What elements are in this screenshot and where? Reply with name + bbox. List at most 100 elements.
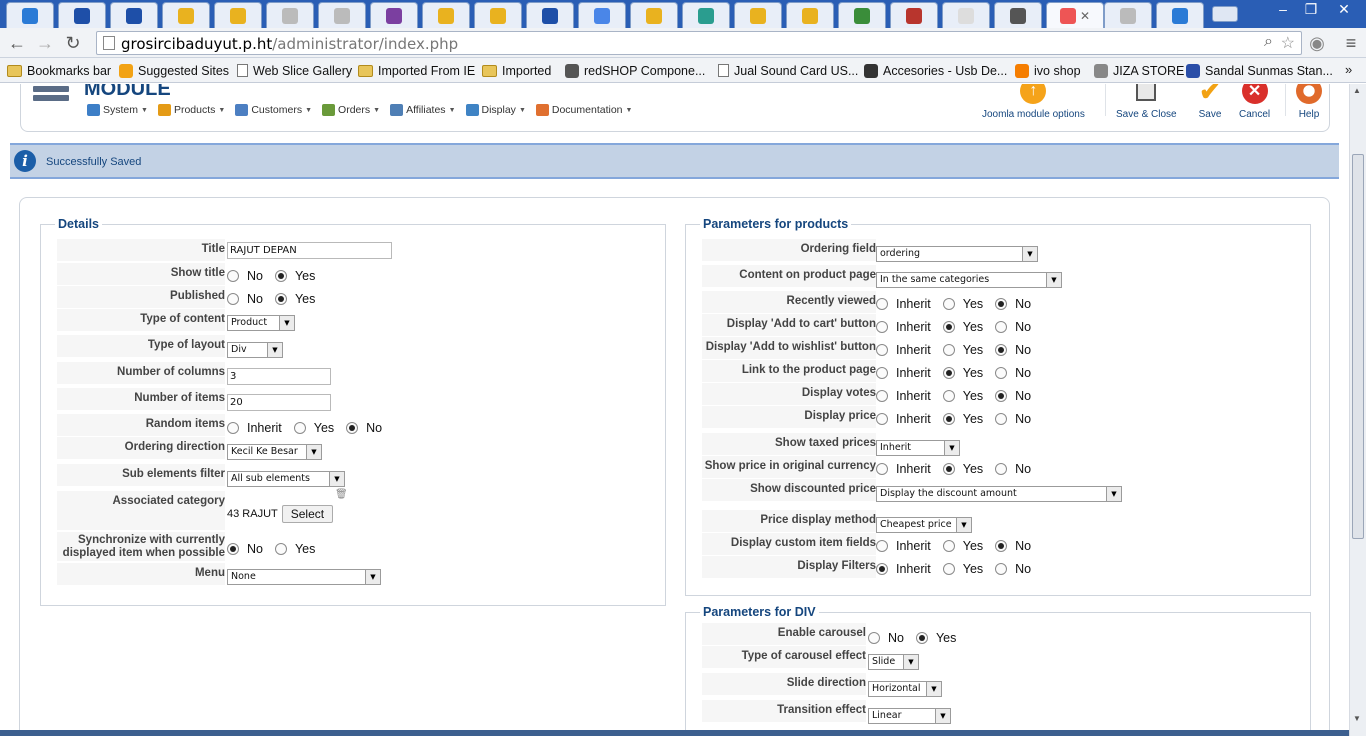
transition-select[interactable]: Linear ▼ bbox=[868, 708, 951, 724]
close-window-icon[interactable]: ✕ bbox=[1326, 0, 1362, 20]
link-no-radio[interactable] bbox=[995, 367, 1008, 379]
orig-yes-radio[interactable] bbox=[942, 463, 955, 475]
scroll-up-icon[interactable]: ▲ bbox=[1353, 86, 1361, 95]
bookmark-item[interactable]: Bookmarks bar bbox=[7, 62, 111, 79]
menu-documentation[interactable]: Documentation ▼ bbox=[535, 104, 632, 116]
add-cart-inherit-radio[interactable] bbox=[876, 321, 888, 333]
vertical-scrollbar[interactable]: ▲ ▼ bbox=[1349, 84, 1366, 736]
browser-tab[interactable] bbox=[682, 2, 730, 28]
carousel-yes-radio[interactable] bbox=[915, 632, 928, 644]
save-button[interactable]: ✔ Save bbox=[1197, 84, 1223, 120]
browser-tab[interactable] bbox=[474, 2, 522, 28]
extension-icon[interactable]: ◉ bbox=[1306, 32, 1328, 54]
discount-select[interactable]: Display the discount amount ▼ bbox=[876, 486, 1122, 502]
select-category-button[interactable]: Select bbox=[281, 505, 334, 523]
browser-tab[interactable] bbox=[58, 2, 106, 28]
taxed-select[interactable]: Inherit ▼ bbox=[876, 440, 960, 456]
method-select[interactable]: Cheapest price ▼ bbox=[876, 517, 972, 533]
bookmark-item[interactable]: Sandal Sunmas Stan... bbox=[1186, 62, 1333, 79]
cancel-button[interactable]: ✕ Cancel bbox=[1239, 84, 1270, 120]
menu-orders[interactable]: Orders ▼ bbox=[322, 104, 380, 116]
browser-tab[interactable] bbox=[370, 2, 418, 28]
published-no-radio[interactable] bbox=[227, 293, 239, 305]
recent-yes-radio[interactable] bbox=[942, 298, 955, 310]
price-yes-radio[interactable] bbox=[942, 413, 955, 425]
show-title-no-radio[interactable] bbox=[227, 270, 239, 282]
link-inherit-radio[interactable] bbox=[876, 367, 888, 379]
browser-tab[interactable] bbox=[578, 2, 626, 28]
recent-no-radio[interactable] bbox=[995, 298, 1008, 310]
type-content-select[interactable]: Product ▼ bbox=[227, 315, 295, 331]
votes-yes-radio[interactable] bbox=[942, 390, 955, 402]
show-title-yes-radio[interactable] bbox=[274, 270, 287, 282]
random-yes-radio[interactable] bbox=[293, 422, 306, 434]
search-icon[interactable]: ⌕ bbox=[1264, 33, 1273, 51]
title-input[interactable]: RAJUT DEPAN bbox=[227, 242, 392, 259]
bookmark-item[interactable]: redSHOP Compone... bbox=[565, 62, 705, 79]
bookmark-item[interactable]: Jual Sound Card US... bbox=[718, 62, 858, 79]
help-button[interactable]: Help bbox=[1296, 84, 1322, 120]
browser-tab[interactable] bbox=[994, 2, 1042, 28]
star-icon[interactable]: ☆ bbox=[1281, 33, 1295, 53]
random-inherit-radio[interactable] bbox=[227, 422, 239, 434]
menu-display[interactable]: Display ▼ bbox=[465, 104, 526, 116]
custom-yes-radio[interactable] bbox=[942, 540, 955, 552]
browser-tab[interactable] bbox=[266, 2, 314, 28]
browser-tab[interactable] bbox=[838, 2, 886, 28]
items-input[interactable]: 20 bbox=[227, 394, 331, 411]
browser-tab[interactable] bbox=[6, 2, 54, 28]
effect-select[interactable]: Slide ▼ bbox=[868, 654, 919, 670]
sync-yes-radio[interactable] bbox=[274, 543, 287, 555]
browser-tab[interactable] bbox=[162, 2, 210, 28]
bookmark-item[interactable]: Imported bbox=[482, 62, 551, 79]
browser-tab[interactable] bbox=[1156, 2, 1204, 28]
minimize-icon[interactable]: – bbox=[1268, 0, 1298, 20]
add-wish-no-radio[interactable] bbox=[995, 344, 1008, 356]
browser-tab[interactable] bbox=[422, 2, 470, 28]
filters-inherit-radio[interactable] bbox=[876, 563, 888, 575]
add-wish-yes-radio[interactable] bbox=[942, 344, 955, 356]
bookmark-item[interactable]: Web Slice Gallery bbox=[237, 62, 352, 79]
scroll-down-icon[interactable]: ▼ bbox=[1353, 714, 1361, 723]
carousel-no-radio[interactable] bbox=[868, 632, 880, 644]
bookmark-item[interactable]: JIZA STORE bbox=[1094, 62, 1184, 79]
direction-select[interactable]: Horizontal ▼ bbox=[868, 681, 942, 697]
more-bookmarks-icon[interactable]: » bbox=[1345, 62, 1352, 77]
add-wish-inherit-radio[interactable] bbox=[876, 344, 888, 356]
browser-tab[interactable] bbox=[1104, 2, 1152, 28]
joomla-options-button[interactable]: ↑ Joomla module options bbox=[982, 84, 1085, 120]
bookmark-item[interactable]: Imported From IE bbox=[358, 62, 475, 79]
tab-close-icon[interactable]: ✕ bbox=[1080, 10, 1090, 22]
bookmark-item[interactable]: ivo shop bbox=[1015, 62, 1081, 79]
save-close-button[interactable]: Save & Close bbox=[1116, 84, 1177, 120]
menu-affiliates[interactable]: Affiliates ▼ bbox=[390, 104, 456, 116]
browser-tab[interactable]: ✕ bbox=[1046, 2, 1104, 28]
browser-tab[interactable] bbox=[630, 2, 678, 28]
sub-filter-select[interactable]: All sub elements ▼ bbox=[227, 471, 345, 487]
browser-tab[interactable] bbox=[318, 2, 366, 28]
bookmark-item[interactable]: Accesories - Usb De... bbox=[864, 62, 1007, 79]
menu-icon[interactable]: ≡ bbox=[1340, 32, 1362, 54]
filters-yes-radio[interactable] bbox=[942, 563, 955, 575]
link-yes-radio[interactable] bbox=[942, 367, 955, 379]
ordering-select[interactable]: ordering ▼ bbox=[876, 246, 1038, 262]
add-cart-yes-radio[interactable] bbox=[942, 321, 955, 333]
filters-no-radio[interactable] bbox=[995, 563, 1008, 575]
menu-system[interactable]: System ▼ bbox=[87, 104, 148, 116]
columns-input[interactable]: 3 bbox=[227, 368, 331, 385]
price-inherit-radio[interactable] bbox=[876, 413, 888, 425]
menu-products[interactable]: Products ▼ bbox=[157, 104, 225, 116]
back-arrow-icon[interactable]: ← bbox=[6, 32, 28, 54]
browser-tab[interactable] bbox=[734, 2, 782, 28]
browser-tab[interactable] bbox=[786, 2, 834, 28]
recent-inherit-radio[interactable] bbox=[876, 298, 888, 310]
orig-inherit-radio[interactable] bbox=[876, 463, 888, 475]
add-cart-no-radio[interactable] bbox=[995, 321, 1008, 333]
browser-tab[interactable] bbox=[890, 2, 938, 28]
sync-no-radio[interactable] bbox=[227, 543, 239, 555]
bookmark-item[interactable]: Suggested Sites bbox=[119, 62, 229, 79]
custom-no-radio[interactable] bbox=[995, 540, 1008, 552]
clear-category-icon[interactable]: 🗑 bbox=[335, 489, 348, 500]
votes-no-radio[interactable] bbox=[995, 390, 1008, 402]
new-tab-button[interactable] bbox=[1212, 6, 1238, 22]
